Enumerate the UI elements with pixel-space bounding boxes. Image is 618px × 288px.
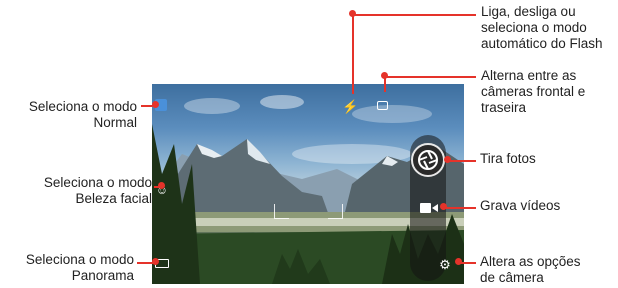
focus-frame-corner xyxy=(274,204,289,219)
switch-camera-callout: Alterna entre as câmeras frontal e trase… xyxy=(481,68,585,116)
flash-icon[interactable]: ⚡ xyxy=(342,100,358,114)
record-video-callout: Grava vídeos xyxy=(480,198,561,213)
camera-preview[interactable]: ☺ ⚡ ⚙ xyxy=(152,84,464,284)
callout-line: Beleza facial xyxy=(75,191,152,206)
callout-line: Seleciona o modo xyxy=(28,99,137,114)
settings-leader xyxy=(459,262,476,264)
callout-line: automático do Flash xyxy=(481,36,603,51)
beauty-mode-leader-dot xyxy=(158,182,165,189)
normal-mode-leader-dot xyxy=(152,101,159,108)
normal-mode-callout: Seleciona o modo Normal xyxy=(0,99,137,131)
panorama-mode-callout: Seleciona o modo Panorama xyxy=(0,252,134,284)
switch-camera-leader-dot xyxy=(381,72,388,79)
callout-line: Seleciona o modo xyxy=(25,252,134,267)
settings-callout: Altera as opções de câmera xyxy=(480,254,581,286)
callout-line: Panorama xyxy=(71,268,134,283)
gear-icon[interactable]: ⚙ xyxy=(438,258,452,272)
flash-callout: Liga, desliga ou seleciona o modo automá… xyxy=(481,4,603,52)
callout-line: câmeras frontal e xyxy=(481,84,586,99)
take-photo-leader xyxy=(448,160,476,162)
callout-line: Seleciona o modo xyxy=(43,175,152,190)
panorama-mode-leader-dot xyxy=(152,258,159,265)
callout-line: Altera as opções xyxy=(480,254,581,269)
callout-line: Alterna entre as xyxy=(481,68,577,83)
record-button[interactable] xyxy=(420,202,438,214)
beauty-mode-callout: Seleciona o modo Beleza facial xyxy=(0,175,152,207)
callout-line: de câmera xyxy=(480,270,544,285)
take-photo-callout: Tira fotos xyxy=(480,151,536,166)
switch-camera-leader xyxy=(384,76,476,78)
flash-leader xyxy=(352,14,354,94)
focus-frame-corner xyxy=(328,204,343,219)
callout-line: traseira xyxy=(481,100,527,115)
video-record-icon xyxy=(420,203,438,213)
callout-line: Normal xyxy=(93,115,137,130)
callout-line: Liga, desliga ou xyxy=(481,4,576,19)
callout-line: seleciona o modo xyxy=(481,20,587,35)
flash-leader-dot xyxy=(349,10,356,17)
flash-leader xyxy=(352,14,476,16)
switch-camera-icon[interactable] xyxy=(377,101,388,110)
shutter-icon xyxy=(418,150,438,170)
shutter-button[interactable] xyxy=(411,143,445,177)
record-video-leader xyxy=(444,207,476,209)
